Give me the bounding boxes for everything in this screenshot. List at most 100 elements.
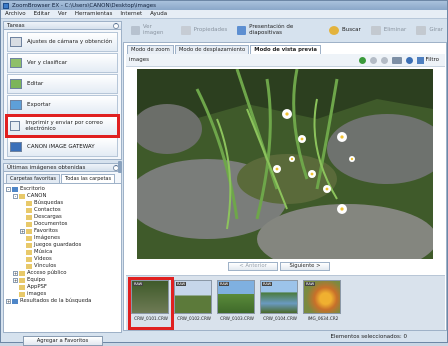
tree-node[interactable]: Documentos xyxy=(6,221,121,228)
thumbnail-item[interactable]: RAW CRW_0101.CRW xyxy=(128,277,174,330)
image-bar: images Filtro xyxy=(126,54,445,67)
task-camera-settings[interactable]: Ajustes de cámara y obtención xyxy=(7,32,118,52)
menu-editar[interactable]: Editar xyxy=(30,11,54,17)
task-print-email[interactable]: Imprimir y enviar por correo electrónico xyxy=(5,114,120,138)
navigation: < Anterior Siguiente > xyxy=(228,262,330,271)
folder-icon xyxy=(26,222,32,227)
raw-badge: RAW xyxy=(262,282,273,286)
tree-node[interactable]: Vídeos xyxy=(6,256,121,263)
panel-splitter[interactable] xyxy=(118,161,122,173)
tab-scroll-mode[interactable]: Modo de desplazamiento xyxy=(174,45,250,54)
thumbnail-caption: CRW_0102.CRW xyxy=(177,316,211,321)
task-export[interactable]: Exportar xyxy=(7,95,118,115)
properties-button[interactable]: Propiedades xyxy=(177,22,232,38)
delete-icon xyxy=(370,25,381,35)
info-icon[interactable] xyxy=(405,56,413,64)
search-button[interactable]: Buscar xyxy=(325,22,365,38)
print-email-icon xyxy=(10,121,21,131)
tree-node-label: Música xyxy=(34,249,53,255)
rotate-button[interactable]: Girar xyxy=(412,22,447,38)
tree-node[interactable]: Contactos xyxy=(6,207,121,214)
title-bar: ZoomBrowser EX - C:\Users\CANON\Desktop\… xyxy=(1,1,447,10)
expand-toggle-icon[interactable]: + xyxy=(13,271,18,276)
tree-node[interactable]: Búsquedas xyxy=(6,200,121,207)
tree-node[interactable]: Imágenes xyxy=(6,235,121,242)
tree-node-label: Favoritos xyxy=(34,228,58,234)
rotate-icon xyxy=(416,25,427,35)
expand-toggle-icon[interactable]: + xyxy=(13,278,18,283)
folder-icon xyxy=(26,264,32,269)
menu-ayuda[interactable]: Ayuda xyxy=(146,11,171,17)
edit-icon xyxy=(10,79,22,89)
tree-node-label: Documentos xyxy=(34,221,68,227)
view-image-button[interactable]: Ver imagen xyxy=(127,22,175,38)
raw-badge: RAW xyxy=(133,282,144,286)
tree-node[interactable]: images xyxy=(6,291,121,298)
delete-button[interactable]: Eliminar xyxy=(367,22,411,38)
menu-internet[interactable]: Internet xyxy=(116,11,146,17)
folder-icon xyxy=(26,250,32,255)
tree-node[interactable]: Vínculos xyxy=(6,263,121,270)
forward-icon[interactable] xyxy=(369,56,377,64)
expand-toggle-icon[interactable]: + xyxy=(20,229,25,234)
folder-icon xyxy=(26,215,32,220)
expand-toggle-icon[interactable]: - xyxy=(6,187,11,192)
tab-zoom-mode[interactable]: Modo de zoom xyxy=(127,45,174,54)
tab-all-folders[interactable]: Todas las carpetas xyxy=(61,174,116,183)
folder-tabs: Carpetas favoritas Todas las carpetas xyxy=(3,172,122,183)
thumbnail-item[interactable]: RAW IMG_0634.CR2 xyxy=(303,280,343,327)
view-classify-icon xyxy=(10,58,22,68)
collapse-tasks-icon[interactable]: ^ xyxy=(113,23,119,29)
tree-node[interactable]: Música xyxy=(6,249,121,256)
tree-node-label: AppPSF xyxy=(27,284,47,290)
refresh-icon[interactable] xyxy=(380,56,388,64)
tree-node[interactable]: Juegos guardados xyxy=(6,242,121,249)
recent-header: Últimas imágenes obtenidas ^ xyxy=(3,163,122,172)
thumbnail-caption: CRW_0101.CRW xyxy=(134,316,168,321)
thumbnail-item[interactable]: RAW CRW_0102.CRW xyxy=(174,280,214,327)
thumbnail-item[interactable]: RAW CRW_0103.CRW xyxy=(217,280,257,327)
view-options-icon[interactable] xyxy=(391,56,402,64)
search-icon xyxy=(328,25,339,35)
tree-node-label: Juegos guardados xyxy=(34,242,82,248)
raw-badge: RAW xyxy=(219,282,230,286)
slideshow-button[interactable]: Presentación de diapositivas xyxy=(233,22,323,38)
properties-icon xyxy=(180,25,191,35)
expand-toggle-icon[interactable]: + xyxy=(6,299,11,304)
filter-button[interactable]: Filtro xyxy=(416,56,439,64)
tree-node[interactable]: + Acceso público xyxy=(6,270,121,277)
main-panel: Modo de zoom Modo de desplazamiento Modo… xyxy=(123,42,447,331)
tree-node[interactable]: Descargas xyxy=(6,214,121,221)
tasks-list: Ajustes de cámara y obtención Ver y clas… xyxy=(3,30,122,160)
tree-node[interactable]: - CANON xyxy=(6,193,121,200)
back-icon[interactable] xyxy=(358,56,366,64)
tree-node[interactable]: + Resultados de la búsqueda xyxy=(6,298,121,305)
add-favorites-button[interactable]: Agregar a Favoritos xyxy=(22,336,103,346)
folder-icon xyxy=(26,229,32,234)
thumbnail-item[interactable]: RAW CRW_0104.CRW xyxy=(260,280,300,327)
menu-bar: Archivo Editar Ver Herramientas Internet… xyxy=(1,10,447,19)
tree-node[interactable]: AppPSF xyxy=(6,284,121,291)
folder-icon xyxy=(26,208,32,213)
task-view-classify[interactable]: Ver y clasificar xyxy=(7,53,118,73)
tab-favorite-folders[interactable]: Carpetas favoritas xyxy=(6,174,60,183)
task-edit[interactable]: Editar xyxy=(7,74,118,94)
tree-node-label: Descargas xyxy=(34,214,62,220)
view-image-icon xyxy=(131,25,140,35)
thumbnail-strip: RAW CRW_0101.CRW RAW CRW_0102.CRW RAW CR… xyxy=(126,275,445,330)
menu-ver[interactable]: Ver xyxy=(54,11,71,17)
folder-icon xyxy=(26,201,32,206)
task-image-gateway[interactable]: CANON iMAGE GATEWAY xyxy=(7,137,118,157)
thumbnail-image: RAW xyxy=(303,280,341,314)
folder-icon xyxy=(26,257,32,262)
tab-preview-mode[interactable]: Modo de vista previa xyxy=(250,45,321,54)
tree-node[interactable]: - Escritorio xyxy=(6,186,121,193)
expand-toggle-icon[interactable]: - xyxy=(13,194,18,199)
menu-archivo[interactable]: Archivo xyxy=(1,11,30,17)
menu-herramientas[interactable]: Herramientas xyxy=(71,11,116,17)
tree-node[interactable]: + Equipo xyxy=(6,277,121,284)
tree-node[interactable]: + Favoritos xyxy=(6,228,121,235)
tree-node-label: Búsquedas xyxy=(34,200,64,206)
previous-button[interactable]: < Anterior xyxy=(228,262,278,271)
next-button[interactable]: Siguiente > xyxy=(280,262,330,271)
